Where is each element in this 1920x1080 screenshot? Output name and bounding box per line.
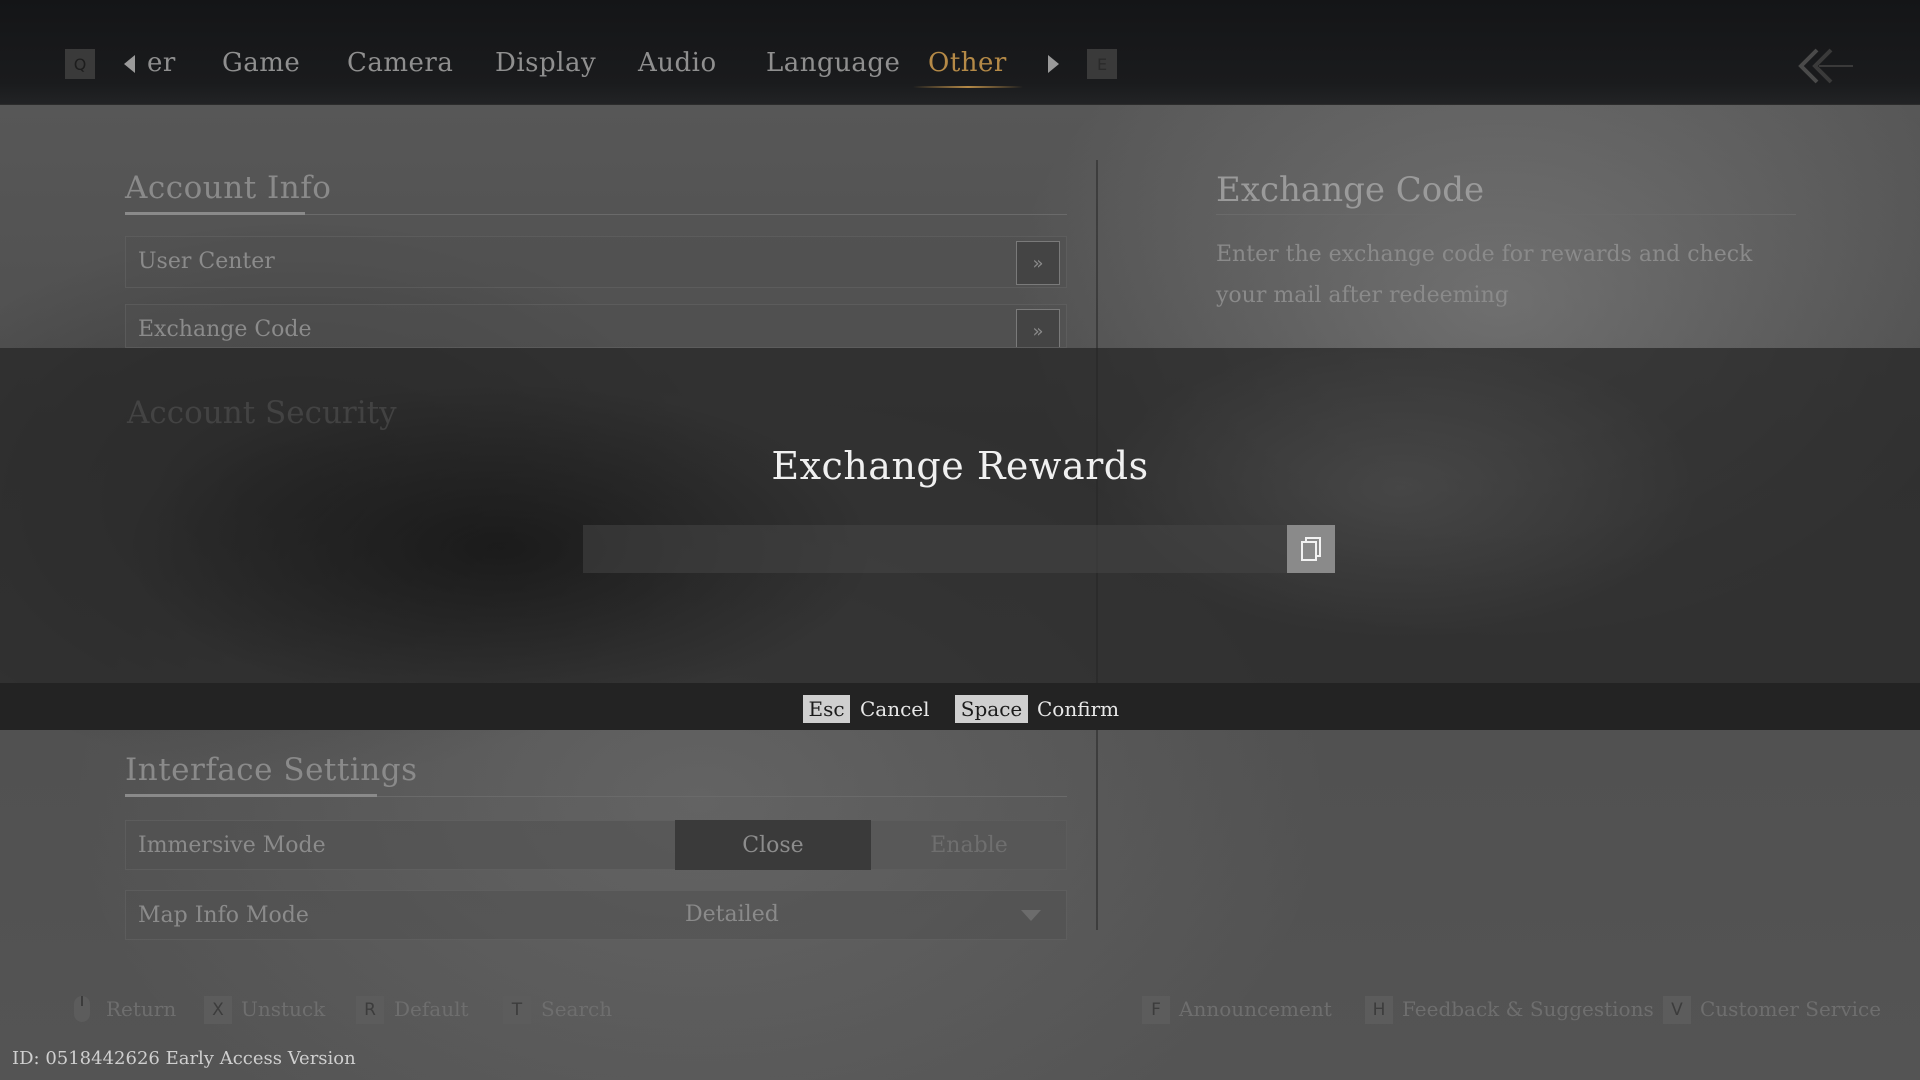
immersive-enable-option[interactable]: Enable xyxy=(871,820,1067,870)
next-tab-key[interactable]: E xyxy=(1087,49,1117,79)
exchange-code-row[interactable]: Exchange Code » xyxy=(125,304,1067,348)
cancel-button[interactable]: Cancel xyxy=(860,697,930,721)
active-tab-indicator xyxy=(913,86,1023,88)
unstuck-key: X xyxy=(204,996,232,1024)
user-center-label: User Center xyxy=(138,249,275,274)
paste-button[interactable] xyxy=(1287,525,1335,573)
tab-display[interactable]: Display xyxy=(495,48,596,78)
obscured-section-heading: Account Security xyxy=(127,395,397,431)
announcement-key: F xyxy=(1142,996,1170,1024)
confirm-button[interactable]: Confirm xyxy=(1037,697,1119,721)
unstuck-hint[interactable]: Unstuck xyxy=(241,997,325,1021)
immersive-mode-label: Immersive Mode xyxy=(138,833,326,858)
chevron-down-icon xyxy=(1021,910,1041,921)
search-key: T xyxy=(503,996,531,1024)
back-arrow-icon[interactable] xyxy=(1795,44,1855,88)
paste-icon xyxy=(1301,537,1321,561)
confirm-key[interactable]: Space xyxy=(955,695,1028,723)
search-hint[interactable]: Search xyxy=(541,997,612,1021)
dialog-title: Exchange Rewards xyxy=(771,444,1149,488)
chevron-left-icon[interactable] xyxy=(124,55,135,73)
feedback-key: H xyxy=(1365,996,1393,1024)
return-hint[interactable]: Return xyxy=(106,997,176,1021)
default-hint[interactable]: Default xyxy=(394,997,469,1021)
tab-camera[interactable]: Camera xyxy=(347,48,453,78)
divider xyxy=(1216,214,1796,215)
tab-language[interactable]: Language xyxy=(766,48,900,78)
cancel-key[interactable]: Esc xyxy=(803,695,850,723)
prev-tab-key[interactable]: Q xyxy=(65,49,95,79)
tab-audio[interactable]: Audio xyxy=(638,48,717,78)
map-info-mode-dropdown[interactable]: Detailed xyxy=(675,890,1067,940)
tab-game[interactable]: Game xyxy=(222,48,300,78)
exchange-code-description: Enter the exchange code for rewards and … xyxy=(1216,242,1753,308)
mouse-icon xyxy=(74,996,90,1022)
version-text: ID: 0518442626 Early Access Version xyxy=(12,1048,356,1069)
tab-other[interactable]: Other xyxy=(928,48,1007,78)
user-center-arrow-button[interactable]: » xyxy=(1016,241,1060,285)
chevron-right-icon[interactable] xyxy=(1048,55,1059,73)
heading-accent xyxy=(125,794,377,797)
feedback-hint[interactable]: Feedback & Suggestions xyxy=(1402,997,1654,1021)
customer-service-key: V xyxy=(1663,996,1691,1024)
map-info-mode-label: Map Info Mode xyxy=(138,903,309,928)
user-center-row[interactable]: User Center » xyxy=(125,236,1067,288)
announcement-hint[interactable]: Announcement xyxy=(1179,997,1332,1021)
account-info-heading: Account Info xyxy=(125,170,332,206)
default-key: R xyxy=(356,996,384,1024)
exchange-code-arrow-button[interactable]: » xyxy=(1016,309,1060,347)
exchange-code-input[interactable] xyxy=(583,525,1288,573)
immersive-close-option[interactable]: Close xyxy=(675,820,871,870)
exchange-code-title: Exchange Code xyxy=(1216,170,1485,210)
interface-settings-heading: Interface Settings xyxy=(125,752,418,788)
map-info-mode-value: Detailed xyxy=(685,902,779,927)
tab-partial[interactable]: er xyxy=(147,48,176,78)
exchange-code-label: Exchange Code xyxy=(138,317,312,342)
top-nav-bar: Q er Game Camera Display Audio Language … xyxy=(0,0,1920,105)
customer-service-hint[interactable]: Customer Service xyxy=(1700,997,1881,1021)
heading-accent xyxy=(125,212,305,215)
